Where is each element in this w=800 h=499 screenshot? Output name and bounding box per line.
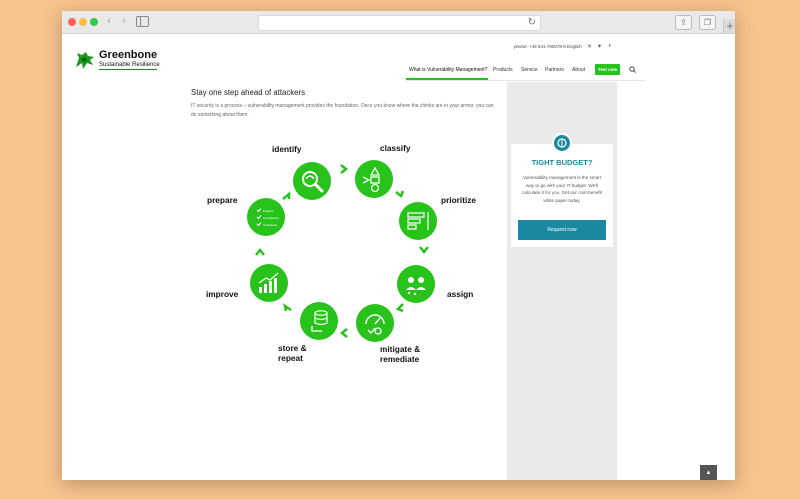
money-icon [557,138,567,148]
mitigate-step-circle [356,304,394,342]
share-icon[interactable]: ⇪ [675,15,692,30]
label-mitigate: mitigate & [380,344,421,354]
identify-step-circle [293,162,331,200]
browser-toolbar: ‹ › ↻ ⇪ ❐ + [62,11,735,34]
magnifier-icon [302,171,324,193]
improve-step-circle [250,264,288,302]
label-identify: identify [272,144,302,154]
search-icon[interactable] [629,66,636,73]
chevron-up-right-icon [282,191,291,200]
greenbone-dragon-logo-icon[interactable] [74,49,96,71]
prioritize-step-circle [399,202,437,240]
new-tab-button[interactable]: + [723,19,735,33]
priority-list-icon [407,212,429,230]
phone-number[interactable]: phone: +49 541-760278-0 [514,44,566,49]
budget-badge [552,133,572,153]
rss-icon[interactable]: ◗ [608,43,612,49]
nav-products[interactable]: Products [493,67,513,73]
test-now-button[interactable]: Test now [595,64,620,75]
nav-partners[interactable]: Partners [545,67,564,73]
label-mitigate-remediate: mitigate & remediate [380,344,432,364]
label-classify: classify [380,143,411,153]
checklist-compliance: Compliance [263,216,279,220]
sidebar-toggle-icon[interactable] [136,16,149,27]
classify-step-circle [355,160,393,198]
nav-what-is-vulnerability-management[interactable]: What is Vulnerability Management? [409,67,487,73]
chevron-up-left-icon [283,303,292,312]
label-assign: assign [447,289,474,299]
database-icon [311,310,328,332]
back-button[interactable]: ‹ [103,15,115,28]
maximize-window-button[interactable] [90,18,98,26]
label-repeat: repeat [278,353,303,363]
nav-service[interactable]: Service [521,67,538,73]
language-switch[interactable]: English [567,44,582,49]
nav-divider [406,80,645,81]
store-step-circle [300,302,338,340]
close-window-button[interactable] [68,18,76,26]
prepare-step-circle: Policies Compliance Guidelines [247,198,285,236]
growth-chart-icon [258,272,279,293]
web-page: Greenbone Sustainable Resilience phone: … [62,34,735,480]
nav-about[interactable]: About [572,67,585,73]
chevron-right-icon [340,164,348,174]
chevron-down-right-icon [395,190,404,199]
label-prioritize: prioritize [441,195,477,205]
forward-button[interactable]: › [118,15,130,28]
chevron-down-left-icon [395,303,404,312]
page-headline: Stay one step ahead of attackers [191,88,305,97]
budget-title: TIGHT BUDGET? [531,158,593,167]
tabs-overview-icon[interactable]: ❐ [699,15,716,30]
reload-icon[interactable]: ↻ [528,16,536,30]
brand-name[interactable]: Greenbone [99,49,157,61]
label-store-repeat: store & repeat [278,343,318,363]
budget-text: Vulnerability management is the smart wa… [522,175,602,203]
intro-paragraph: IT security is a process – vulnerability… [191,103,494,118]
checklist-policies: Policies [263,209,274,213]
assign-step-circle [397,265,435,303]
checklist-icon: Policies Compliance Guidelines [256,208,279,227]
chevron-up-icon [255,248,265,256]
label-improve: improve [206,289,239,299]
brand-divider [99,69,157,70]
shapes-icon [362,166,381,193]
label-remediate: remediate [380,354,420,364]
brand-tagline: Sustainable Resilience [99,62,160,68]
label-store: store & [278,343,307,353]
gauge-icon [365,314,385,335]
twitter-icon[interactable]: ✦ [597,43,602,50]
label-prepare: prepare [207,195,238,205]
chevron-down-icon [419,246,429,254]
scroll-to-top-button[interactable]: ▲ [700,465,717,480]
team-assign-icon [406,277,426,296]
address-bar[interactable]: ↻ [258,15,541,31]
minimize-window-button[interactable] [79,18,87,26]
checklist-guidelines: Guidelines [263,223,278,227]
chevron-left-icon [340,328,348,338]
browser-window: ‹ › ↻ ⇪ ❐ + Greenbone Sustainable Resili… [62,11,735,480]
request-now-button[interactable]: Request now [518,220,606,240]
xing-icon[interactable]: ✕ [587,43,592,50]
